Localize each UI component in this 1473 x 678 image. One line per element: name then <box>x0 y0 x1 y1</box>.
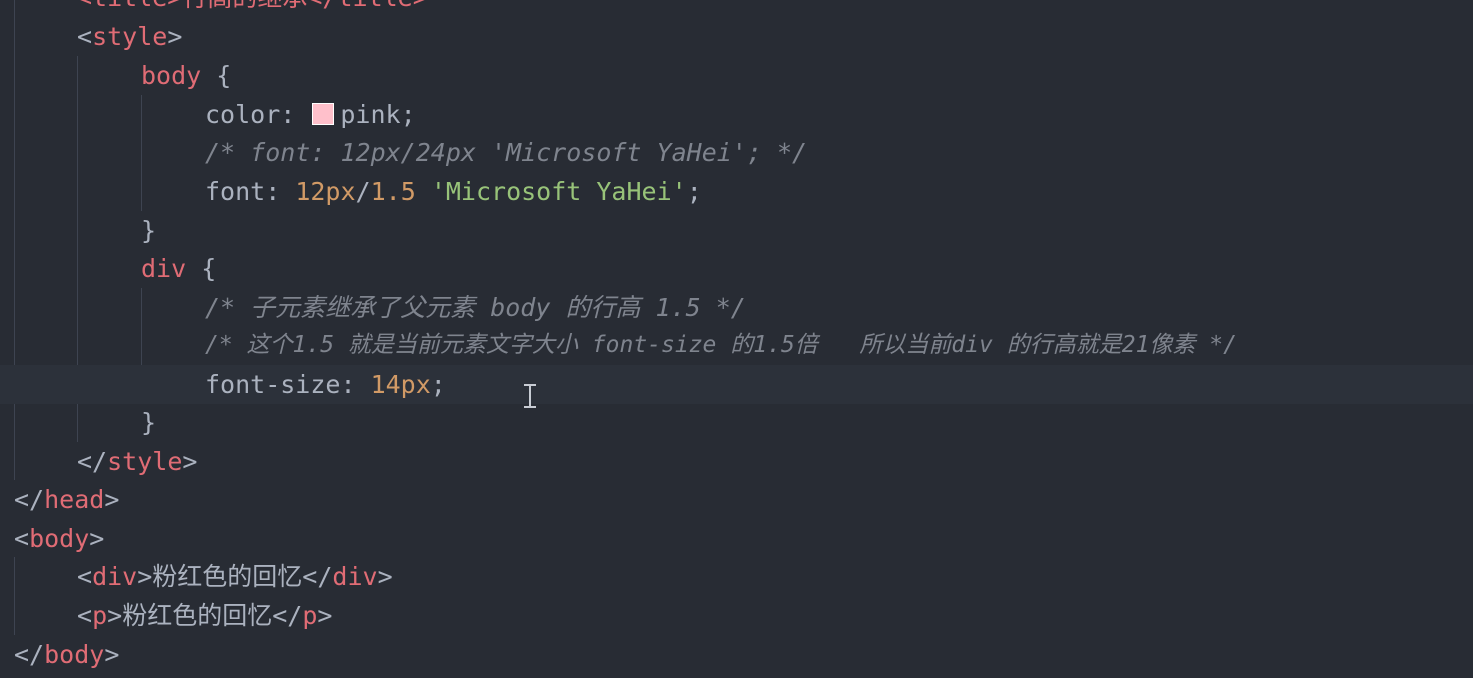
code-line[interactable]: </head> <box>0 480 1473 519</box>
code-line[interactable]: <title>行高的继承</title> <box>0 0 1473 17</box>
tag-bracket: </ <box>14 485 45 514</box>
code-line[interactable]: <style> <box>0 17 1473 56</box>
comment: /* 这个1.5 就是当前元素文字大小 font-size 的1.5倍 所以当前… <box>205 332 1237 358</box>
tag-name: p <box>92 601 108 630</box>
div-element: <div>粉红色的回忆</div> <box>77 557 393 596</box>
tag-bracket: > <box>104 640 120 669</box>
text-cursor-icon <box>524 384 536 408</box>
style-close-tag: </style> <box>77 442 197 481</box>
font-declaration: font: 12px/1.5 'Microsoft YaHei'; <box>205 172 702 211</box>
title-tag-line: <title>行高的继承</title> <box>77 0 428 17</box>
tag-bracket: > <box>137 562 153 591</box>
number: 1.5 <box>370 177 416 206</box>
open-brace: { <box>201 61 232 90</box>
code-line-current[interactable]: font-size: 14px; <box>0 365 1473 404</box>
style-open-tag: <style> <box>77 17 182 56</box>
property: color: <box>205 100 311 129</box>
comment: /* font: 12px/24px 'Microsoft YaHei'; */ <box>205 138 808 167</box>
color-swatch-icon[interactable] <box>312 103 335 125</box>
tag-name: body <box>44 640 105 669</box>
tag-bracket: > <box>182 447 198 476</box>
tag-name: body <box>29 524 90 553</box>
tag-bracket: < <box>77 601 93 630</box>
tag-bracket: < <box>77 22 93 51</box>
tag-bracket: </ <box>14 640 45 669</box>
code-line[interactable]: } <box>0 403 1473 442</box>
code-line[interactable]: body { <box>0 56 1473 95</box>
body-open-tag: <body> <box>14 519 104 558</box>
semicolon: ; <box>686 177 702 206</box>
tag-name: div <box>92 562 138 591</box>
code-line[interactable]: color: pink; <box>0 95 1473 134</box>
tag-bracket: > <box>104 485 120 514</box>
semicolon: ; <box>400 100 416 129</box>
text-content: 粉红色的回忆 <box>122 601 273 630</box>
code-line[interactable]: } <box>0 211 1473 250</box>
comment: /* 子元素继承了父元素 body 的行高 1.5 */ <box>205 293 746 322</box>
div-selector: div { <box>141 249 216 288</box>
head-close-tag: </head> <box>14 480 119 519</box>
tag-bracket: < <box>77 562 93 591</box>
code-line[interactable]: /* 子元素继承了父元素 body 的行高 1.5 */ <box>0 288 1473 327</box>
color-declaration: color: pink; <box>205 95 416 134</box>
tag-bracket: < <box>14 524 30 553</box>
code-line[interactable]: </style> <box>0 442 1473 481</box>
tag-name: head <box>44 485 105 514</box>
code-line[interactable]: /* 这个1.5 就是当前元素文字大小 font-size 的1.5倍 所以当前… <box>0 326 1473 365</box>
code-line[interactable]: </body> <box>0 635 1473 674</box>
tag-bracket: > <box>377 562 393 591</box>
code-line[interactable]: div { <box>0 249 1473 288</box>
tag-bracket: > <box>107 601 123 630</box>
tag-bracket: </ <box>77 447 108 476</box>
body-selector: body { <box>141 56 231 95</box>
close-brace: } <box>141 408 157 437</box>
font-size-declaration: font-size: 14px; <box>205 365 446 404</box>
tag-bracket: > <box>167 22 183 51</box>
code-editor[interactable]: <title>行高的继承</title> <style> body { colo… <box>0 0 1473 678</box>
tag-bracket: </ <box>302 562 333 591</box>
property: font: <box>205 177 296 206</box>
code-line[interactable]: <p>粉红色的回忆</p> <box>0 596 1473 635</box>
tag-bracket: </ <box>272 601 303 630</box>
selector: body <box>141 61 202 90</box>
code-line[interactable]: <div>粉红色的回忆</div> <box>0 557 1473 596</box>
code-line[interactable]: font: 12px/1.5 'Microsoft YaHei'; <box>0 172 1473 211</box>
code-line[interactable]: <body> <box>0 519 1473 558</box>
value: pink <box>340 100 401 129</box>
tag-name: style <box>92 22 168 51</box>
property: font-size: <box>205 370 371 399</box>
number: 12px <box>295 177 356 206</box>
tag-name: p <box>302 601 318 630</box>
tag-bracket: > <box>317 601 333 630</box>
selector: div <box>141 254 187 283</box>
string: 'Microsoft YaHei' <box>430 177 687 206</box>
p-element: <p>粉红色的回忆</p> <box>77 596 332 635</box>
text-content: 粉红色的回忆 <box>152 562 303 591</box>
tag-name: div <box>332 562 378 591</box>
body-close-tag: </body> <box>14 635 119 674</box>
slash: / <box>355 177 371 206</box>
tag-bracket: > <box>89 524 105 553</box>
semicolon: ; <box>430 370 446 399</box>
number: 14px <box>370 370 431 399</box>
open-brace: { <box>186 254 217 283</box>
close-brace: } <box>141 216 157 245</box>
code-line[interactable]: /* font: 12px/24px 'Microsoft YaHei'; */ <box>0 133 1473 172</box>
tag-name: style <box>107 447 183 476</box>
